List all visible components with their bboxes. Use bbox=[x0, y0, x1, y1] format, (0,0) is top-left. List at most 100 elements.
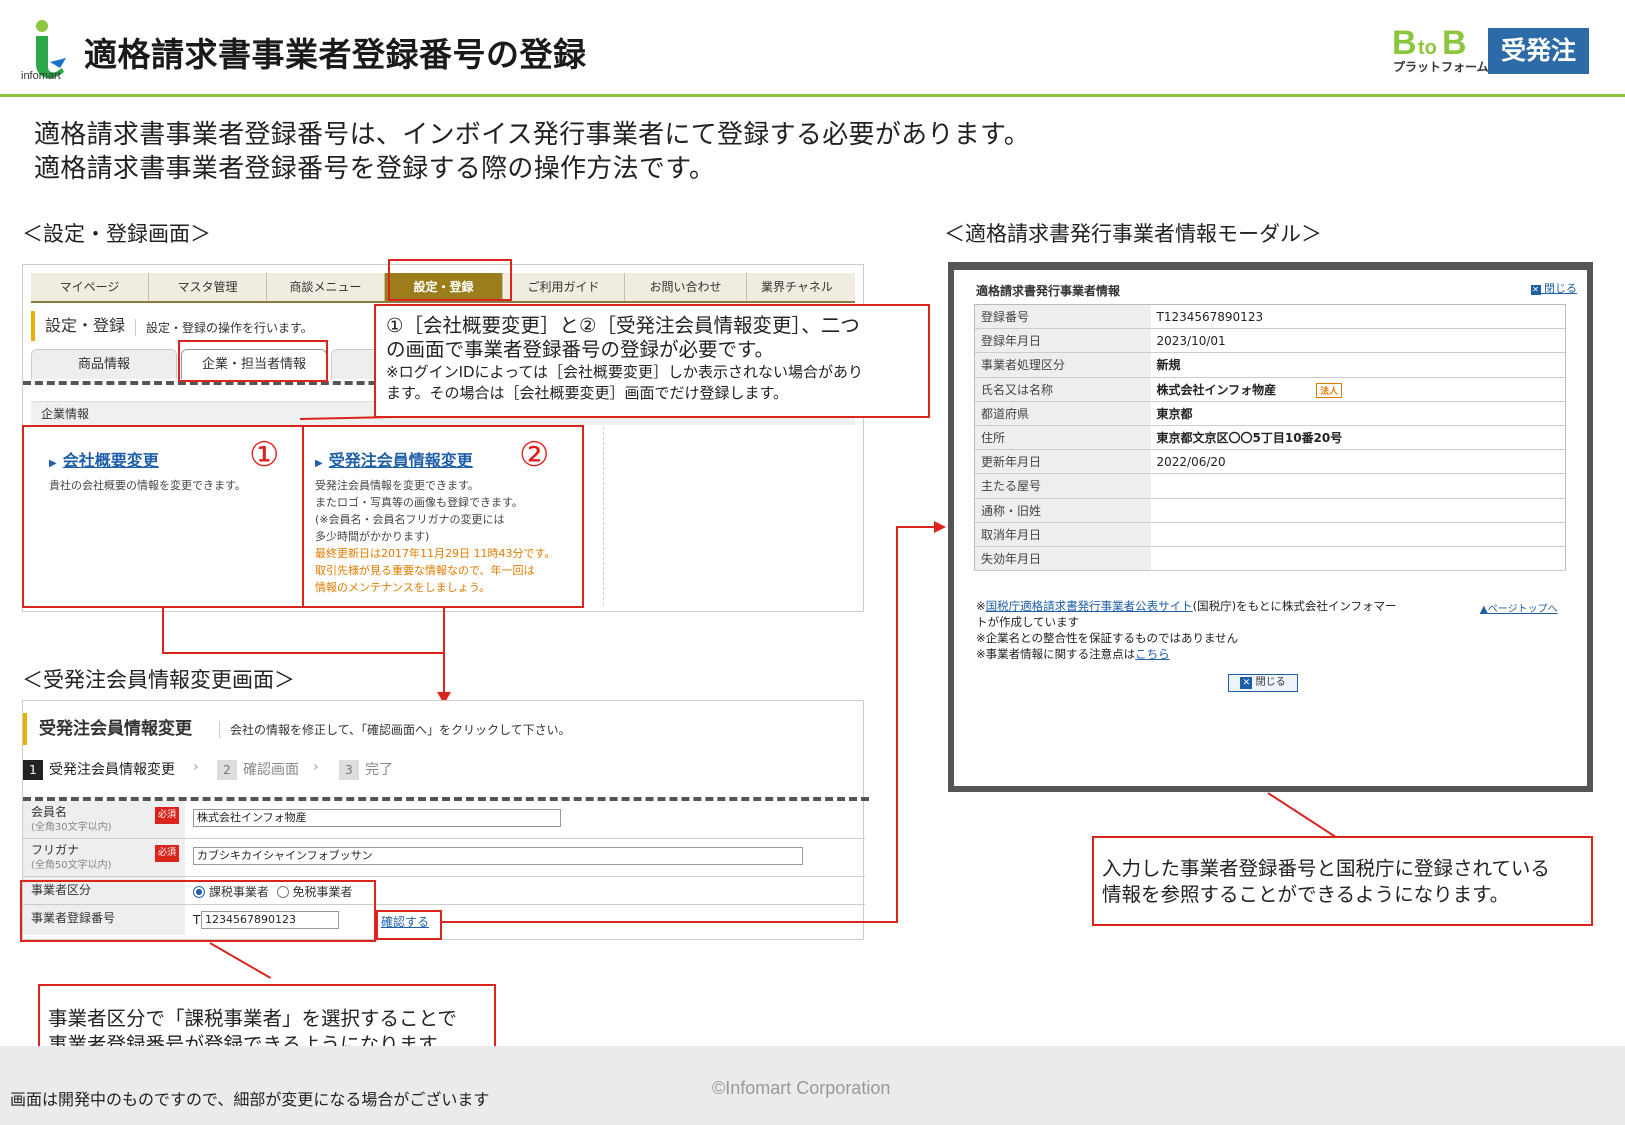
nav-contact[interactable]: お問い合わせ bbox=[625, 273, 747, 301]
caution-link[interactable]: こちら bbox=[1135, 647, 1170, 661]
row-value bbox=[1150, 473, 1566, 499]
row-label: 取消年月日 bbox=[974, 522, 1151, 547]
row-label: 主たる屋号 bbox=[974, 473, 1151, 499]
table-row: 失効年月日 bbox=[974, 546, 1566, 572]
invoice-issuer-modal: 適格請求書発行事業者情報 ✕ 閉じる 登録番号 T1234567890123 登録… bbox=[948, 262, 1593, 792]
table-row: 事業者処理区分 新規 bbox=[974, 352, 1566, 378]
field-row-furigana: フリガナ (全角50文字以内) 必須 カブシキカイシャインフォブッサン bbox=[23, 839, 865, 877]
row-label: 住所 bbox=[974, 425, 1151, 451]
nav-mypage[interactable]: マイページ bbox=[31, 273, 149, 301]
step-2: 2 確認画面 bbox=[217, 759, 299, 780]
step-label: 完了 bbox=[365, 762, 393, 778]
connector-line bbox=[162, 652, 445, 654]
page-top-link[interactable]: ▲ページトップへ bbox=[1480, 600, 1558, 615]
row-label: 都道府県 bbox=[974, 401, 1151, 426]
nav-negotiation[interactable]: 商談メニュー bbox=[267, 273, 385, 301]
row-label: 通称・旧姓 bbox=[974, 498, 1151, 523]
empty-cell bbox=[603, 427, 857, 605]
step-label: 受発注会員情報変更 bbox=[49, 762, 175, 778]
modal-title: 適格請求書発行事業者情報 bbox=[976, 284, 1121, 298]
table-row: 氏名又は名称 株式会社インフォ物産 法人 bbox=[974, 377, 1566, 402]
modal-section-label: ＜適格請求書発行事業者情報モーダル＞ bbox=[944, 222, 1322, 246]
step-label: 確認画面 bbox=[243, 762, 299, 778]
highlight-link-2 bbox=[302, 425, 584, 608]
copyright: ©Infomart Corporation bbox=[712, 1078, 891, 1098]
table-row: 住所 東京都文京区〇〇5丁目10番20号 bbox=[974, 425, 1566, 451]
settings-heading: 設定・登録 bbox=[31, 311, 125, 341]
callout-line: 事業者区分で「課税事業者」を選択することで bbox=[48, 1007, 457, 1030]
row-value bbox=[1150, 522, 1566, 547]
table-row: 都道府県 東京都 bbox=[974, 401, 1566, 426]
row-label: 事業者処理区分 bbox=[974, 352, 1151, 378]
svg-text:to: to bbox=[1418, 37, 1437, 59]
furigana-input[interactable]: カブシキカイシャインフォブッサン bbox=[193, 847, 803, 865]
callout-note: ※ログインIDによっては［会社概要変更］しか表示されない場合があり bbox=[386, 363, 864, 381]
nav-guide[interactable]: ご利用ガイド bbox=[503, 273, 625, 301]
intro-line-1: 適格請求書事業者登録番号は、インボイス発行事業者にて登録する必要があります。 bbox=[34, 120, 1031, 150]
table-row: 登録番号 T1234567890123 bbox=[974, 304, 1566, 330]
member-screen-label: ＜受発注会員情報変更画面＞ bbox=[22, 668, 295, 692]
row-value: T1234567890123 bbox=[1150, 304, 1566, 330]
field-label: フリガナ (全角50文字以内) 必須 bbox=[23, 839, 185, 876]
modal-note-source: ※国税庁適格請求書発行事業者公表サイト(国税庁)をもとに株式会社インフォマー bbox=[976, 598, 1416, 614]
connector-line bbox=[896, 526, 936, 528]
row-label: 失効年月日 bbox=[974, 546, 1151, 572]
step-number: 3 bbox=[339, 760, 359, 780]
table-row: 通称・旧姓 bbox=[974, 498, 1566, 523]
row-value bbox=[1150, 498, 1566, 523]
step-number: 1 bbox=[23, 760, 43, 780]
juhacchu-badge: 受発注 bbox=[1488, 28, 1589, 74]
row-label: 更新年月日 bbox=[974, 449, 1151, 475]
row-label: 登録番号 bbox=[974, 304, 1151, 330]
nta-site-link[interactable]: 国税庁適格請求書発行事業者公表サイト bbox=[986, 599, 1193, 613]
member-name-input[interactable]: 株式会社インフォ物産 bbox=[193, 809, 561, 827]
connector-line bbox=[442, 921, 898, 923]
row-value: 2023/10/01 bbox=[1150, 328, 1566, 354]
connector-line bbox=[443, 608, 445, 696]
row-value-text: 株式会社インフォ物産 bbox=[1156, 382, 1277, 397]
callout-two-screens: ①［会社概要変更］と②［受発注会員情報変更］、二つ の画面で事業者登録番号の登録… bbox=[374, 304, 930, 418]
row-value: 2022/06/20 bbox=[1150, 449, 1566, 475]
row-value: 新規 bbox=[1150, 352, 1566, 378]
row-label: 登録年月日 bbox=[974, 328, 1151, 354]
nav-industry-channel[interactable]: 業界チャネル bbox=[747, 273, 847, 301]
highlight-company-tab bbox=[178, 340, 328, 382]
arrow-right-icon bbox=[934, 521, 946, 533]
row-value: 東京都 bbox=[1150, 401, 1566, 426]
table-row: 主たる屋号 bbox=[974, 473, 1566, 499]
svg-text:B: B bbox=[1392, 24, 1417, 62]
callout-reference-info: 入力した事業者登録番号と国税庁に登録されている 情報を参照することができるように… bbox=[1092, 836, 1593, 926]
highlight-link-1 bbox=[22, 425, 304, 608]
required-badge: 必須 bbox=[154, 807, 179, 824]
settings-screen-label: ＜設定・登録画面＞ bbox=[22, 222, 211, 246]
table-row: 取消年月日 bbox=[974, 522, 1566, 547]
brand-subtext: プラットフォーム bbox=[1393, 60, 1489, 74]
required-badge: 必須 bbox=[154, 845, 179, 862]
callout-line: 情報を参照することができるようになります。 bbox=[1102, 883, 1510, 906]
callout-line: ①［会社概要変更］と②［受発注会員情報変更］、二つ bbox=[386, 314, 860, 337]
callout-note: ます。その場合は［会社概要変更］画面でだけ登録します。 bbox=[386, 384, 789, 402]
tab-product-info[interactable]: 商品情報 bbox=[31, 349, 177, 379]
callout-line: の画面で事業者登録番号の登録が必要です。 bbox=[386, 338, 775, 361]
modal-close-link[interactable]: ✕ 閉じる bbox=[1530, 280, 1577, 296]
connector-line bbox=[1267, 792, 1339, 840]
intro-line-2: 適格請求書事業者登録番号を登録する際の操作方法です。 bbox=[34, 154, 716, 184]
connector-line bbox=[162, 608, 164, 654]
member-heading: 受発注会員情報変更 bbox=[23, 713, 192, 745]
table-row: 登録年月日 2023/10/01 bbox=[974, 328, 1566, 354]
modal-close-button-text[interactable]: 閉じる bbox=[1256, 677, 1286, 688]
modal-note-source-cont: トが作成しています bbox=[976, 615, 1080, 629]
close-icon: ✕ bbox=[1530, 285, 1541, 295]
step-1: 1 受発注会員情報変更 bbox=[23, 759, 175, 780]
row-label: 氏名又は名称 bbox=[974, 377, 1151, 402]
member-description: 会社の情報を修正して、「確認画面へ」をクリックして下さい。 bbox=[219, 721, 571, 738]
chevron-right-icon: › bbox=[193, 759, 199, 775]
highlight-nav-settings bbox=[388, 259, 512, 301]
nav-master[interactable]: マスタ管理 bbox=[149, 273, 267, 301]
modal-close-button[interactable]: ✕ 閉じる bbox=[1228, 674, 1298, 692]
page-top-link-text[interactable]: ▲ページトップへ bbox=[1480, 604, 1558, 615]
footer-note: 画面は開発中のものですので、細部が変更になる場合がございます bbox=[10, 1090, 490, 1109]
modal-close-text[interactable]: 閉じる bbox=[1544, 282, 1577, 295]
callout-line: 入力した事業者登録番号と国税庁に登録されている bbox=[1102, 857, 1550, 880]
note-text: (国税庁)をもとに株式会社インフォマー bbox=[1192, 599, 1397, 613]
